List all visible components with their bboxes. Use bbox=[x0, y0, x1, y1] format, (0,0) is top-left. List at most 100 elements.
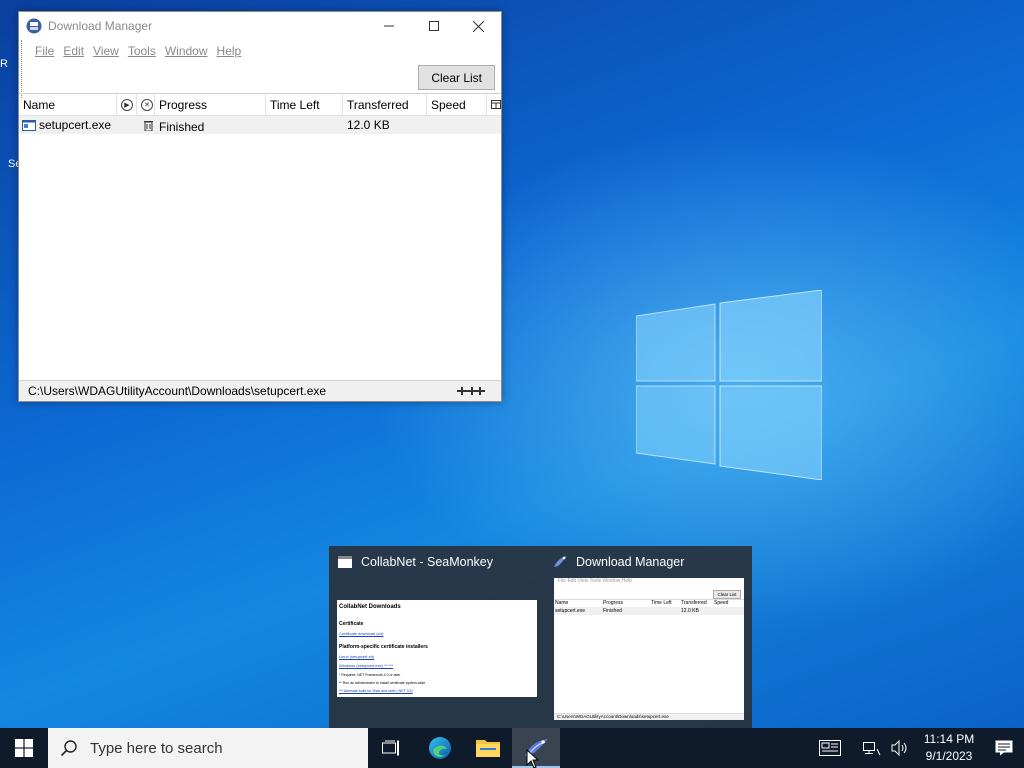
progress-indicator-icon bbox=[457, 387, 485, 395]
windows-logo-wallpaper bbox=[636, 290, 822, 480]
taskbar: Type here to search 11:14 PM 9/1/2023 bbox=[0, 728, 1024, 768]
folder-icon bbox=[476, 740, 500, 757]
clock-time: 11:14 PM bbox=[923, 732, 975, 746]
minimize-button[interactable] bbox=[366, 12, 411, 40]
clear-list-button[interactable]: Clear List bbox=[418, 65, 495, 90]
start-button[interactable] bbox=[0, 728, 48, 768]
task-view-button[interactable] bbox=[368, 728, 416, 768]
thumb-row-name: setupcert.exe bbox=[555, 608, 586, 614]
thumb-certificate-heading: Certificate bbox=[339, 621, 364, 627]
maximize-button[interactable] bbox=[411, 12, 456, 40]
table-row[interactable]: setupcert.exe Finished 12.0 KB bbox=[19, 116, 501, 134]
thumb-column-header: Name Progress Time Left Transferred Spee… bbox=[554, 600, 744, 608]
network-icon bbox=[863, 742, 881, 756]
column-progress[interactable]: Progress bbox=[155, 94, 266, 115]
network-button[interactable] bbox=[858, 728, 886, 768]
search-icon bbox=[60, 740, 77, 757]
speaker-icon bbox=[891, 740, 907, 756]
clock-date: 9/1/2023 bbox=[925, 749, 973, 763]
thumb-col-name: Name bbox=[555, 600, 569, 606]
column-header: Name ▶ ✕ Progress Time Left Transferred … bbox=[19, 94, 501, 116]
menu-window[interactable]: Window bbox=[165, 44, 208, 58]
clock[interactable]: 11:14 PM 9/1/2023 bbox=[914, 731, 984, 765]
thumb-col-transferred: Transferred bbox=[681, 600, 707, 606]
desktop-icon-label: R bbox=[0, 58, 8, 70]
preview-thumbnail-download-manager: File Edit View Tools Window Help Clear L… bbox=[554, 578, 744, 720]
menu-tools[interactable]: Tools bbox=[128, 44, 156, 58]
title-bar[interactable]: Download Manager bbox=[19, 12, 501, 40]
download-file-name: setupcert.exe bbox=[39, 118, 112, 132]
column-transferred[interactable]: Transferred bbox=[343, 94, 427, 115]
window-title: Download Manager bbox=[48, 19, 153, 33]
remove-entry-cell[interactable] bbox=[137, 120, 155, 131]
system-tray: 11:14 PM 9/1/2023 bbox=[816, 728, 1024, 768]
preview-title-bar: Download Manager bbox=[544, 546, 752, 578]
menu-help[interactable]: Help bbox=[217, 44, 242, 58]
thumb-installers-heading: Platform-specific certificate installers bbox=[339, 644, 428, 650]
column-cancel[interactable]: ✕ bbox=[137, 94, 155, 115]
thumb-col-time-left: Time Left bbox=[651, 600, 672, 606]
menu-edit-label: Edit bbox=[63, 44, 85, 58]
download-manager-window: Download Manager File Edit View Tools Wi… bbox=[18, 11, 502, 402]
taskbar-preview-popup: CollabNet - SeaMonkey CollabNet Download… bbox=[329, 546, 752, 728]
menu-bar: File Edit View Tools Window Help bbox=[19, 40, 501, 98]
thumb-note-1: * Requires .NET Framework 4.0 or later bbox=[339, 673, 401, 677]
close-button[interactable] bbox=[456, 12, 501, 40]
close-icon bbox=[473, 20, 484, 32]
preview-item-seamonkey[interactable]: CollabNet - SeaMonkey CollabNet Download… bbox=[329, 546, 544, 728]
minimize-icon bbox=[383, 25, 394, 27]
thumb-clear-list: Clear List bbox=[713, 590, 741, 599]
preview-title: Download Manager bbox=[576, 555, 685, 569]
search-box[interactable]: Type here to search bbox=[48, 728, 368, 768]
preview-title: CollabNet - SeaMonkey bbox=[361, 555, 494, 569]
menu-tools-label: Tools bbox=[127, 44, 156, 58]
search-placeholder: Type here to search bbox=[90, 739, 223, 757]
preview-thumbnail: CollabNet Downloads Certificate Certific… bbox=[337, 600, 537, 697]
status-path: C:\Users\WDAGUtilityAccount\Downloads\se… bbox=[28, 384, 327, 398]
notification-icon bbox=[995, 740, 1013, 756]
column-name[interactable]: Name bbox=[19, 94, 117, 115]
column-resume[interactable]: ▶ bbox=[117, 94, 137, 115]
thumb-row-time-left bbox=[650, 608, 680, 615]
thumb-status: C:\Users\WDAGUtilityAccount\Downloads\se… bbox=[554, 713, 744, 720]
task-view-icon bbox=[382, 740, 399, 756]
column-picker-icon bbox=[491, 100, 501, 109]
edge-taskbar-button[interactable] bbox=[416, 728, 464, 768]
preview-title-bar: CollabNet - SeaMonkey bbox=[329, 546, 544, 578]
status-bar: C:\Users\WDAGUtilityAccount\Downloads\se… bbox=[19, 380, 501, 401]
column-time-left[interactable]: Time Left bbox=[266, 94, 343, 115]
thumb-row-progress: Finished bbox=[603, 608, 622, 614]
seamonkey-icon bbox=[554, 556, 567, 567]
windows-start-icon bbox=[15, 739, 33, 757]
thumb-link-linux: Linux (setupcert.sh) bbox=[339, 654, 375, 659]
maximize-icon bbox=[428, 21, 439, 31]
column-picker[interactable] bbox=[487, 94, 501, 115]
mouse-cursor-icon bbox=[526, 749, 540, 768]
column-speed[interactable]: Speed bbox=[427, 94, 487, 115]
file-explorer-taskbar-button[interactable] bbox=[464, 728, 512, 768]
menu-view[interactable]: View bbox=[93, 44, 119, 58]
thumb-toolbar: Clear List bbox=[554, 588, 744, 600]
notification-center-button[interactable] bbox=[984, 740, 1024, 756]
menu-file[interactable]: File bbox=[35, 44, 54, 58]
thumb-heading: CollabNet Downloads bbox=[339, 604, 401, 610]
browser-page-icon bbox=[338, 556, 352, 568]
seamonkey-app-icon bbox=[26, 18, 42, 34]
menu-edit[interactable]: Edit bbox=[63, 44, 84, 58]
thumb-row-transferred: 12.0 KB bbox=[681, 608, 699, 614]
play-icon: ▶ bbox=[121, 98, 133, 111]
thumb-note-2: ** Run as administrator to install certi… bbox=[339, 681, 426, 685]
thumb-link-windows: Windows (setupcert.exe) ** *** bbox=[339, 663, 394, 668]
news-icon bbox=[819, 740, 841, 756]
menu-file-label: File bbox=[35, 44, 55, 58]
thumb-note-3: *** Alternate build for Vista and older … bbox=[339, 689, 413, 693]
toolbar: Clear List bbox=[19, 62, 501, 94]
volume-button[interactable] bbox=[886, 728, 914, 768]
row-name-cell: setupcert.exe bbox=[19, 118, 137, 132]
cancel-icon: ✕ bbox=[141, 98, 153, 111]
thumb-row: setupcert.exe Finished 12.0 KB bbox=[554, 608, 744, 615]
edge-icon bbox=[429, 737, 451, 759]
row-transferred: 12.0 KB bbox=[347, 118, 390, 132]
thumb-certificate-link: Certificate download (crt) bbox=[339, 631, 384, 636]
news-widget-button[interactable] bbox=[816, 728, 844, 768]
